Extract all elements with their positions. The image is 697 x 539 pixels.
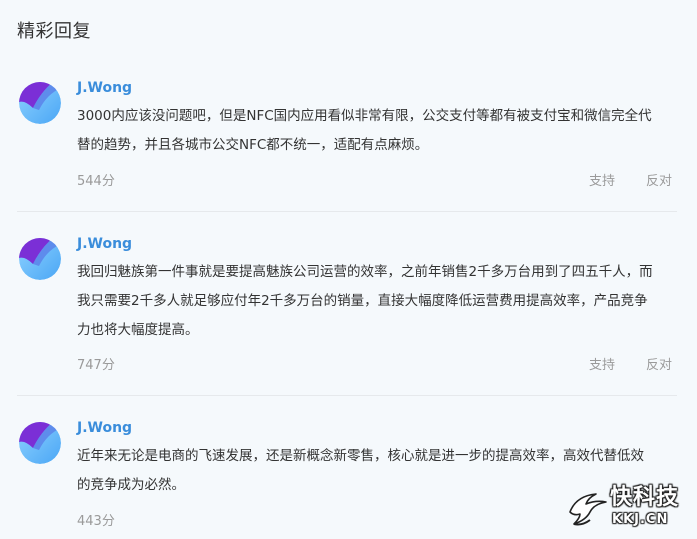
comment-body: 3000内应该没问题吧，但是NFC国内应用看似非常有限，公交支付等都有被支付宝和… [77, 102, 677, 160]
comment-line: 力也将大幅度提高。 [77, 322, 199, 338]
user-avatar-icon[interactable] [19, 422, 61, 464]
user-avatar-icon[interactable] [19, 238, 61, 280]
comment-author[interactable]: J.Wong [77, 419, 132, 437]
oppose-button[interactable]: 反对 [646, 173, 672, 191]
support-button[interactable]: 支持 [589, 357, 615, 375]
comment-score: 443分 [77, 514, 115, 529]
comment-divider [17, 211, 677, 212]
watermark-brand: 快科技 [610, 485, 680, 510]
user-avatar-icon[interactable] [19, 82, 61, 124]
comment-item: J.Wong 3000内应该没问题吧，但是NFC国内应用看似非常有限，公交支付等… [17, 79, 677, 212]
kkj-logo-icon [569, 493, 607, 526]
comment-author[interactable]: J.Wong [77, 79, 132, 97]
comment-author[interactable]: J.Wong [77, 235, 132, 253]
comment-line: 近年来无论是电商的飞速发展，还是新概念新零售，核心就是进一步的提高效率，高效代替… [77, 448, 644, 464]
comment-score: 544分 [77, 174, 115, 189]
comment-line: 替的趋势，并且各城市公交NFC都不统一，适配有点麻烦。 [77, 137, 429, 153]
comment-score: 747分 [77, 358, 115, 373]
comment-line: 3000内应该没问题吧，但是NFC国内应用看似非常有限，公交支付等都有被支付宝和… [77, 108, 652, 124]
comment-list: J.Wong 3000内应该没问题吧，但是NFC国内应用看似非常有限，公交支付等… [0, 0, 697, 539]
comment-item: J.Wong 我回归魅族第一件事就是要提高魅族公司运营的效率，之前年销售2千多万… [17, 235, 677, 396]
comment-divider [17, 395, 677, 396]
site-watermark: 快科技 KKJ.CN [566, 482, 692, 536]
comment-line: 我回归魅族第一件事就是要提高魅族公司运营的效率，之前年销售2千多万台用到了四五千… [77, 264, 653, 280]
watermark-domain: KKJ.CN [612, 512, 669, 527]
comment-body: 我回归魅族第一件事就是要提高魅族公司运营的效率，之前年销售2千多万台用到了四五千… [77, 258, 677, 345]
oppose-button[interactable]: 反对 [646, 357, 672, 375]
support-button[interactable]: 支持 [589, 173, 615, 191]
comment-line: 我只需要2千多人就足够应付年2千多万台的销量，直接大幅度降低运营费用提高效率，产… [77, 293, 648, 309]
